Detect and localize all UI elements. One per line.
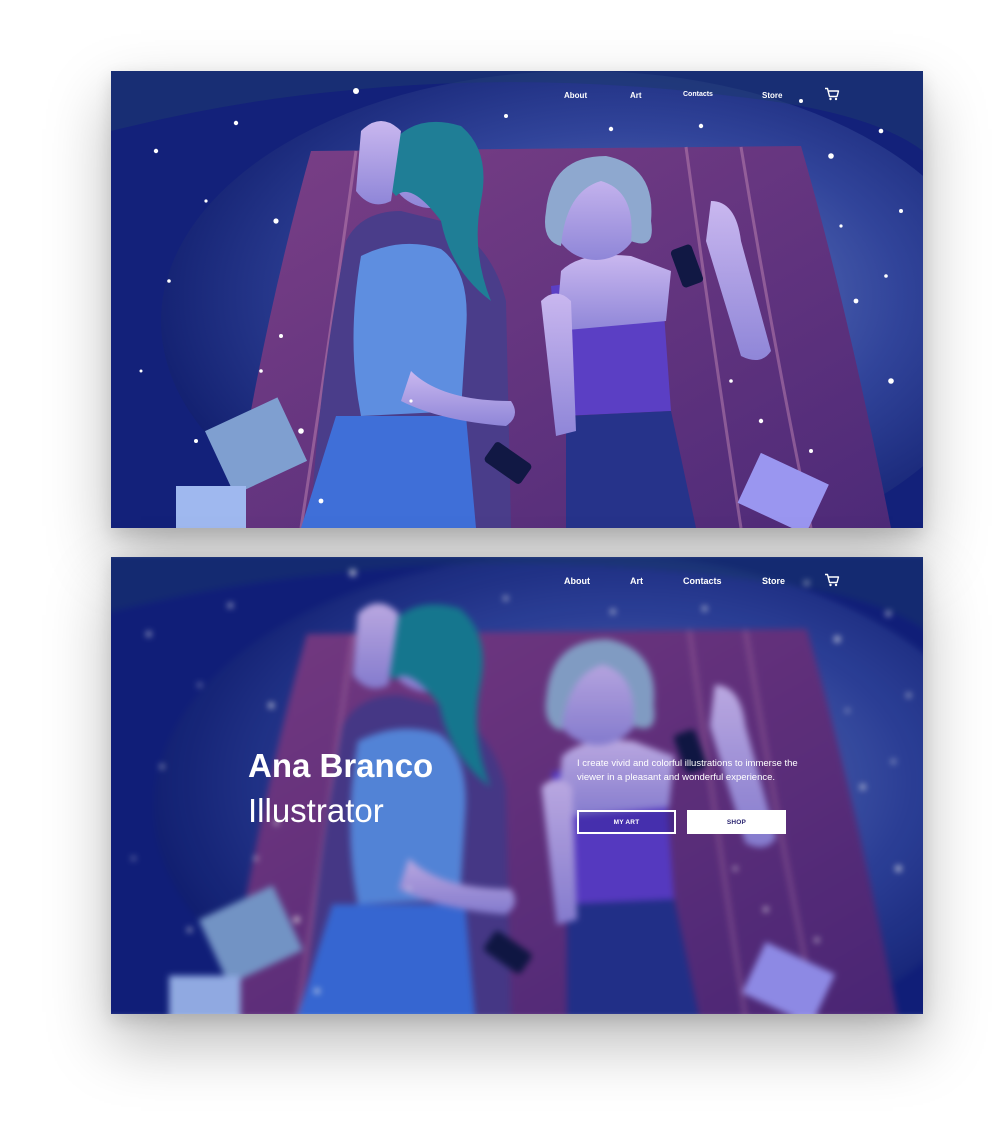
hero-background-blurred <box>111 557 923 1014</box>
nav-contacts-link[interactable]: Contacts <box>683 91 713 98</box>
my-art-button[interactable]: MY ART <box>577 810 676 834</box>
top-nav: About Art Contacts Store <box>111 557 923 603</box>
hero-illustration <box>111 71 923 528</box>
nav-store-link[interactable]: Store <box>762 576 785 586</box>
nav-store-link[interactable]: Store <box>762 91 782 100</box>
nav-about-link[interactable]: About <box>564 91 587 100</box>
hero-role: Illustrator <box>248 792 384 829</box>
hero-description: I create vivid and colorful illustration… <box>577 758 798 783</box>
nav-about-link[interactable]: About <box>564 576 590 586</box>
landing-page: About Art Contacts Store Ana Branco Illu… <box>111 557 923 1014</box>
desktop-preview: About Art Contacts Store <box>111 71 923 528</box>
nav-art-link[interactable]: Art <box>630 91 642 100</box>
shopping-cart-icon[interactable] <box>824 87 840 101</box>
nav-contacts-link[interactable]: Contacts <box>683 576 722 586</box>
shop-button[interactable]: SHOP <box>687 810 786 834</box>
top-nav: About Art Contacts Store <box>111 71 923 117</box>
nav-art-link[interactable]: Art <box>630 576 643 586</box>
shopping-cart-icon[interactable] <box>824 573 840 587</box>
hero-name: Ana Branco <box>248 747 434 784</box>
